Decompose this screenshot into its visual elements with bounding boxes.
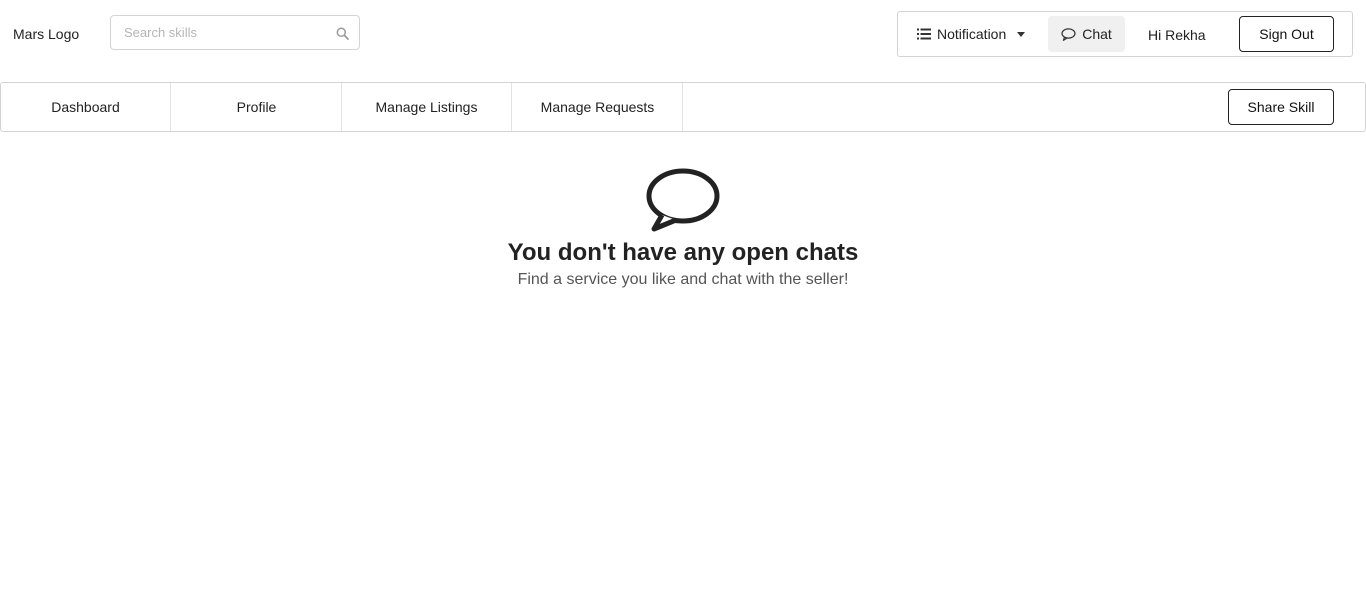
site-logo[interactable]: Mars Logo <box>13 25 79 43</box>
empty-chats-state: You don't have any open chats Find a ser… <box>0 168 1366 290</box>
search-box <box>110 15 360 50</box>
chat-bubble-icon <box>1061 27 1076 41</box>
top-header: Mars Logo Notification <box>0 0 1366 68</box>
tab-profile[interactable]: Profile <box>172 83 342 131</box>
tab-dashboard[interactable]: Dashboard <box>1 83 171 131</box>
list-icon <box>917 28 931 40</box>
empty-state-title: You don't have any open chats <box>507 239 859 266</box>
main-nav: Dashboard Profile Manage Listings Manage… <box>0 82 1366 132</box>
search-icon[interactable] <box>336 27 349 40</box>
share-skill-button[interactable]: Share Skill <box>1228 89 1334 125</box>
chat-label: Chat <box>1082 26 1112 42</box>
chat-bubble-icon <box>646 168 720 232</box>
search-input[interactable] <box>111 16 326 49</box>
caret-down-icon <box>1017 31 1026 37</box>
user-menu: Notification Chat Hi Rekha Sign Out <box>897 11 1353 57</box>
empty-state-subtitle: Find a service you like and chat with th… <box>517 271 849 288</box>
notification-dropdown[interactable]: Notification <box>917 23 1026 45</box>
tab-manage-listings[interactable]: Manage Listings <box>342 83 512 131</box>
chat-button[interactable]: Chat <box>1048 16 1125 52</box>
user-greeting: Hi Rekha <box>1148 27 1206 43</box>
tab-manage-requests[interactable]: Manage Requests <box>513 83 683 131</box>
notification-label: Notification <box>937 26 1007 42</box>
sign-out-button[interactable]: Sign Out <box>1239 16 1334 52</box>
